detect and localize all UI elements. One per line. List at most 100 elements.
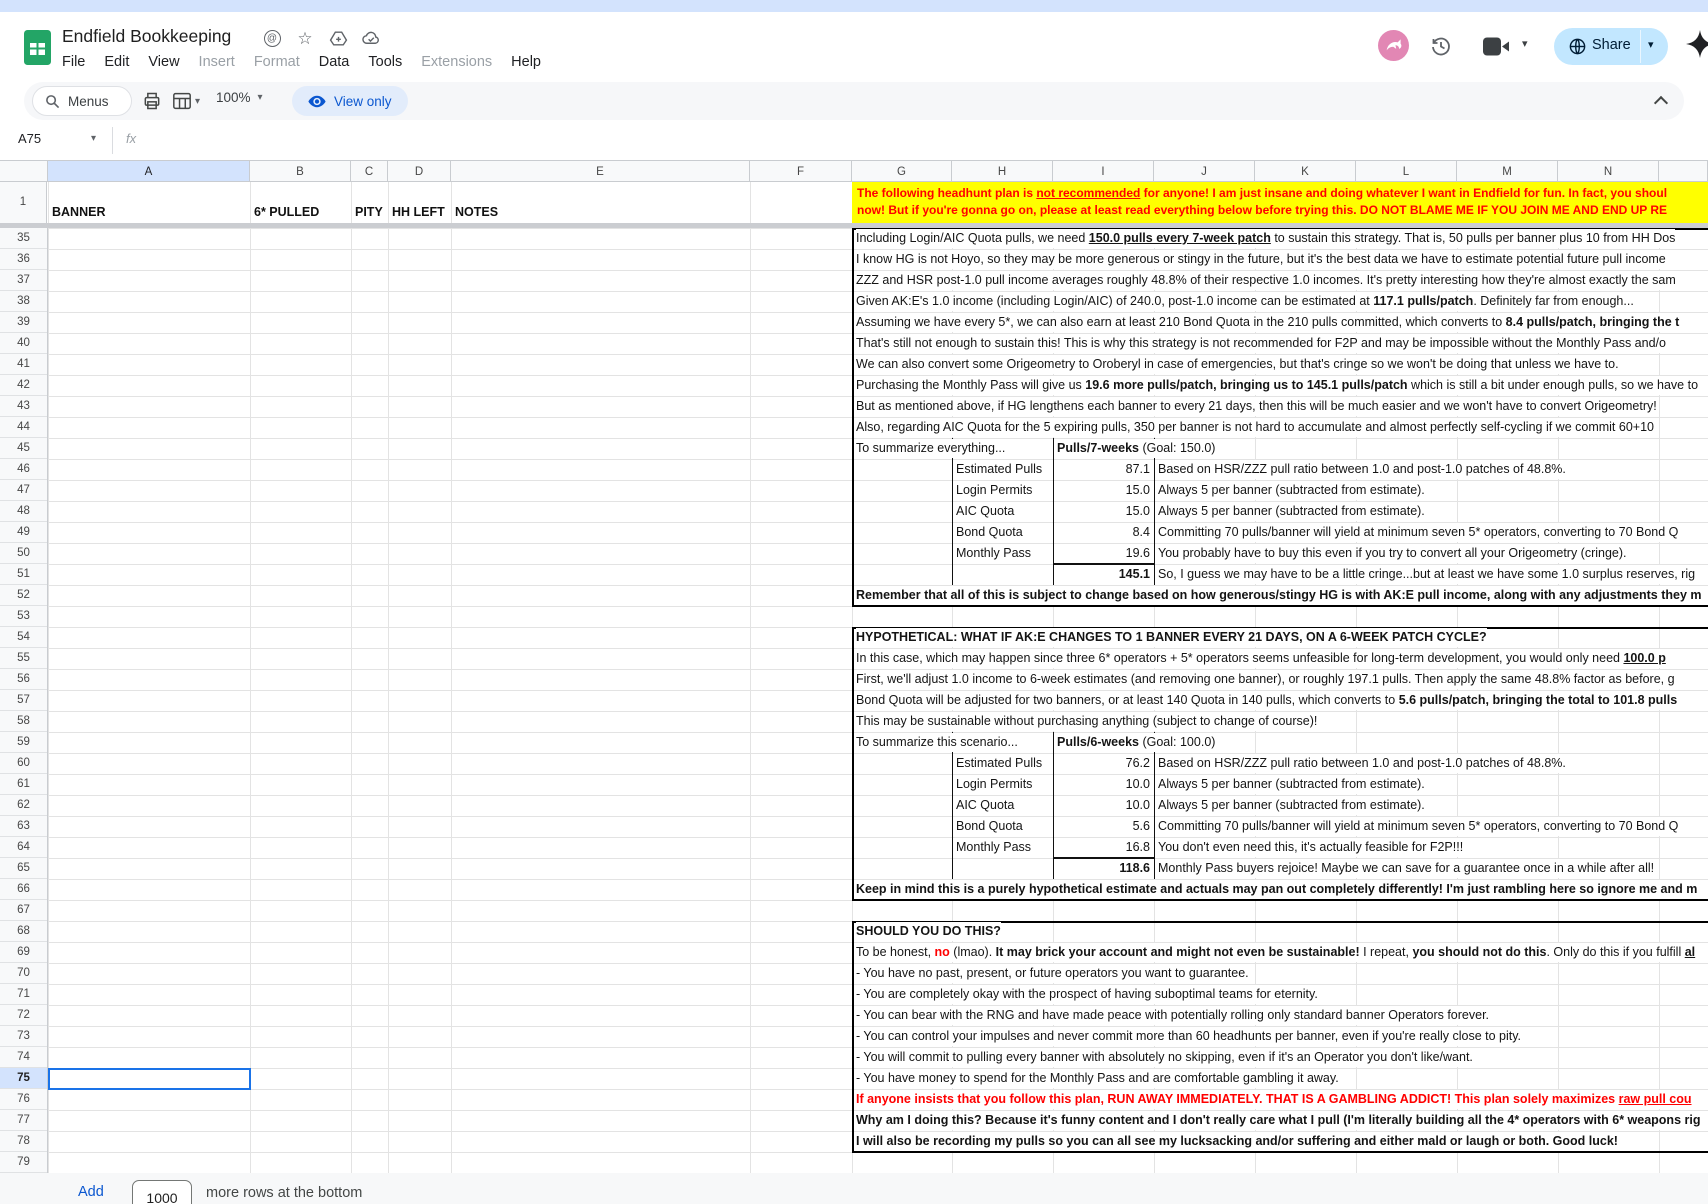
cell-text-I47[interactable]: 15.0: [1126, 481, 1150, 500]
cell-text-I51[interactable]: 145.1: [1119, 565, 1150, 584]
column-header-H[interactable]: H: [952, 160, 1053, 182]
row-header-73[interactable]: 73: [0, 1026, 47, 1047]
row-header-46[interactable]: 46: [0, 459, 47, 480]
cell-text-I62[interactable]: 10.0: [1126, 796, 1150, 815]
view-only-badge[interactable]: View only: [292, 86, 408, 116]
column-header-C[interactable]: C: [351, 160, 388, 182]
cell-text-I50[interactable]: 19.6: [1126, 544, 1150, 563]
cell-text-I48[interactable]: 15.0: [1126, 502, 1150, 521]
cell-text-G43[interactable]: But as mentioned above, if HG lengthens …: [856, 397, 1657, 416]
menus-search-button[interactable]: Menus: [32, 86, 132, 116]
row-header-44[interactable]: 44: [0, 417, 47, 438]
cell-text-G44[interactable]: Also, regarding AIC Quota for the 5 expi…: [856, 418, 1654, 437]
cell-text-H62[interactable]: AIC Quota: [956, 796, 1014, 815]
cell-text-G74[interactable]: - You will commit to pulling every banne…: [856, 1048, 1473, 1067]
add-rows-button[interactable]: Add: [78, 1184, 104, 1200]
row-header-41[interactable]: 41: [0, 354, 47, 375]
cell-text-J51[interactable]: So, I guess we may have to be a little c…: [1158, 565, 1695, 584]
row-header-77[interactable]: 77: [0, 1110, 47, 1131]
share-button[interactable]: Share ▾: [1554, 28, 1668, 65]
share-dropdown-icon[interactable]: ▾: [1648, 38, 1654, 51]
row-header-62[interactable]: 62: [0, 795, 47, 816]
cell-text-G59[interactable]: To summarize this scenario...: [856, 733, 1018, 752]
name-box-dropdown-icon[interactable]: ▾: [91, 133, 96, 144]
cell-text-I65[interactable]: 118.6: [1119, 859, 1150, 878]
cell-text-J49[interactable]: Committing 70 pulls/banner will yield at…: [1158, 523, 1678, 542]
zoom-control[interactable]: 100% ▾: [216, 90, 263, 105]
cell-text-I59[interactable]: Pulls/6-weeks (Goal: 100.0): [1057, 733, 1215, 752]
row-header-42[interactable]: 42: [0, 375, 47, 396]
row-header-78[interactable]: 78: [0, 1131, 47, 1152]
row-header-50[interactable]: 50: [0, 543, 47, 564]
collapse-toolbar-icon[interactable]: [1656, 94, 1670, 108]
cell-text-G56[interactable]: First, we'll adjust 1.0 income to 6-week…: [856, 670, 1675, 689]
column-header-A[interactable]: A: [48, 160, 250, 182]
cell-text-H49[interactable]: Bond Quota: [956, 523, 1023, 542]
cell-text-H46[interactable]: Estimated Pulls: [956, 460, 1042, 479]
cell-text-G57[interactable]: Bond Quota will be adjusted for two bann…: [856, 691, 1677, 710]
cell-text-I45[interactable]: Pulls/7-weeks (Goal: 150.0): [1057, 439, 1215, 458]
cell-text-H60[interactable]: Estimated Pulls: [956, 754, 1042, 773]
cell-text-H63[interactable]: Bond Quota: [956, 817, 1023, 836]
cell-text-G41[interactable]: We can also convert some Origeometry to …: [856, 355, 1619, 374]
cell-text-G52[interactable]: Remember that all of this is subject to …: [856, 586, 1702, 605]
cell-text-I60[interactable]: 76.2: [1126, 754, 1150, 773]
cell-text-G77[interactable]: Why am I doing this? Because it's funny …: [856, 1111, 1700, 1130]
row-header-49[interactable]: 49: [0, 522, 47, 543]
cell-text-H64[interactable]: Monthly Pass: [956, 838, 1031, 857]
cell-text-J47[interactable]: Always 5 per banner (subtracted from est…: [1158, 481, 1425, 500]
column-header-E[interactable]: E: [451, 160, 750, 182]
row-header-64[interactable]: 64: [0, 837, 47, 858]
cell-text-J64[interactable]: You don't even need this, it's actually …: [1158, 838, 1463, 857]
row-header-39[interactable]: 39: [0, 312, 47, 333]
row-header-51[interactable]: 51: [0, 564, 47, 585]
cell-text-H50[interactable]: Monthly Pass: [956, 544, 1031, 563]
row-header-53[interactable]: 53: [0, 606, 47, 627]
row-header-69[interactable]: 69: [0, 942, 47, 963]
cell-text-G55[interactable]: In this case, which may happen since thr…: [856, 649, 1666, 668]
row-header-40[interactable]: 40: [0, 333, 47, 354]
cell-text-G76[interactable]: If anyone insists that you follow this p…: [856, 1090, 1692, 1109]
cell-text-G72[interactable]: - You can bear with the RNG and have mad…: [856, 1006, 1489, 1025]
row-header-36[interactable]: 36: [0, 249, 47, 270]
column-header-B[interactable]: B: [250, 160, 351, 182]
cell-text-J48[interactable]: Always 5 per banner (subtracted from est…: [1158, 502, 1425, 521]
row-header-70[interactable]: 70: [0, 963, 47, 984]
cell-text-J63[interactable]: Committing 70 pulls/banner will yield at…: [1158, 817, 1678, 836]
row-header-57[interactable]: 57: [0, 690, 47, 711]
cell-text-H48[interactable]: AIC Quota: [956, 502, 1014, 521]
column-title-banner[interactable]: BANNER: [52, 203, 105, 221]
column-header-G[interactable]: G: [852, 160, 952, 182]
rows-count-input[interactable]: [132, 1180, 192, 1204]
row-header-56[interactable]: 56: [0, 669, 47, 690]
column-header-N[interactable]: N: [1558, 160, 1659, 182]
row-header-55[interactable]: 55: [0, 648, 47, 669]
row-header-52[interactable]: 52: [0, 585, 47, 606]
row-header-75[interactable]: 75: [0, 1068, 47, 1089]
cell-text-J50[interactable]: You probably have to buy this even if yo…: [1158, 544, 1627, 563]
row-header-48[interactable]: 48: [0, 501, 47, 522]
cell-text-I63[interactable]: 5.6: [1133, 817, 1150, 836]
gemini-icon[interactable]: [1686, 30, 1708, 58]
version-history-icon[interactable]: [1429, 34, 1453, 58]
row-header-43[interactable]: 43: [0, 396, 47, 417]
row-header-35[interactable]: 35: [0, 228, 47, 249]
cell-text-G40[interactable]: That's still not enough to sustain this!…: [856, 334, 1666, 353]
user-avatar[interactable]: [1378, 30, 1409, 61]
row-header-74[interactable]: 74: [0, 1047, 47, 1068]
row-header-71[interactable]: 71: [0, 984, 47, 1005]
row-header-58[interactable]: 58: [0, 711, 47, 732]
cell-text-G78[interactable]: I will also be recording my pulls so you…: [856, 1132, 1618, 1151]
column-header-L[interactable]: L: [1356, 160, 1457, 182]
banner-line-1[interactable]: The following headhunt plan is not recom…: [857, 185, 1667, 201]
cell-text-G70[interactable]: - You have no past, present, or future o…: [856, 964, 1249, 983]
cell-text-J62[interactable]: Always 5 per banner (subtracted from est…: [1158, 796, 1425, 815]
meet-camera-icon[interactable]: [1482, 36, 1512, 57]
cell-text-G69[interactable]: To be honest, no (lmao). It may brick yo…: [856, 943, 1695, 962]
cell-text-G39[interactable]: Assuming we have every 5*, we can also e…: [856, 313, 1679, 332]
cell-text-G58[interactable]: This may be sustainable without purchasi…: [856, 712, 1317, 731]
row-header-54[interactable]: 54: [0, 627, 47, 648]
row-header-76[interactable]: 76: [0, 1089, 47, 1110]
column-title-notes[interactable]: NOTES: [455, 203, 498, 221]
cell-text-G36[interactable]: I know HG is not Hoyo, so they may be mo…: [856, 250, 1666, 269]
